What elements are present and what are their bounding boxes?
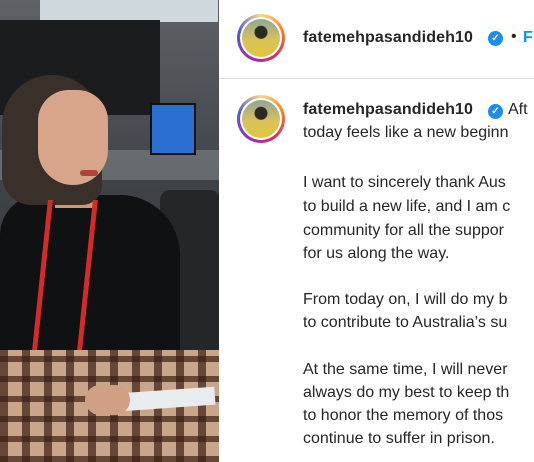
profile-avatar[interactable] — [237, 14, 285, 62]
avatar-image — [242, 100, 280, 138]
caption-line: to contribute to Australia’s su — [303, 314, 508, 331]
caption-line: At the same time, I will never — [303, 361, 508, 378]
caption-line: From today on, I will do my b — [303, 291, 508, 308]
avatar-image — [242, 19, 280, 57]
follow-button[interactable]: F — [523, 29, 533, 47]
caption-username[interactable]: fatemehpasandideh10 — [303, 101, 473, 119]
caption-line: to honor the memory of thos — [303, 407, 504, 424]
caption-line: to build a new life, and I am c — [303, 198, 511, 215]
instagram-post-panel: fatemehpasandideh10 ✓ • F fatemehpasandi… — [219, 0, 534, 462]
background-screen — [40, 0, 218, 22]
caption-line: continue to suffer in prison. — [303, 430, 495, 447]
verified-badge-icon: ✓ — [488, 31, 503, 46]
post-photo — [0, 0, 219, 462]
caption-line: for us along the way. — [303, 245, 450, 262]
caption-line: community for all the suppor — [303, 222, 504, 239]
post-header: fatemehpasandideh10 ✓ • F — [219, 0, 534, 79]
caption-lead-text: Aft — [508, 101, 528, 118]
verified-badge-icon: ✓ — [488, 104, 503, 119]
header-username[interactable]: fatemehpasandideh10 — [303, 29, 473, 47]
caption-avatar[interactable] — [237, 95, 285, 143]
caption-line: today feels like a new beginn — [303, 124, 509, 141]
person-lips — [80, 170, 98, 176]
caption-line: I want to sincerely thank Aus — [303, 174, 506, 191]
caption-line: always do my best to keep th — [303, 384, 510, 401]
header-separator: • — [511, 28, 517, 45]
person-hand — [85, 385, 130, 415]
background-tablet — [150, 103, 196, 155]
